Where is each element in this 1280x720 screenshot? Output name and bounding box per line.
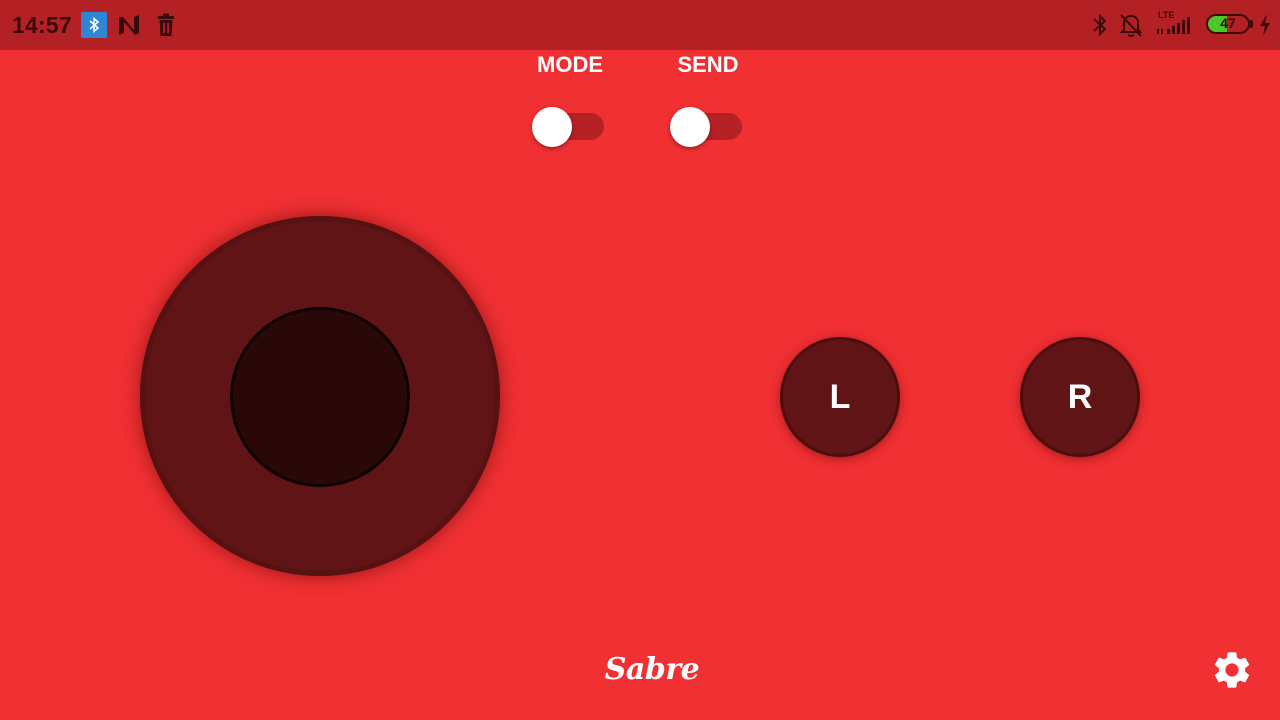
n-app-icon: [117, 13, 143, 42]
battery-nub: [1250, 20, 1253, 28]
right-button[interactable]: R: [1020, 337, 1140, 457]
bluetooth-notification-icon: [81, 12, 107, 38]
gear-icon: [1214, 652, 1250, 688]
left-button[interactable]: L: [780, 337, 900, 457]
charging-icon: [1258, 13, 1272, 42]
battery-level: 47: [1220, 15, 1236, 31]
send-toggle[interactable]: [670, 107, 742, 147]
joystick-knob[interactable]: [230, 307, 410, 487]
mode-toggle[interactable]: [532, 107, 604, 147]
status-bar: 14:57 LTE 47: [0, 0, 1280, 50]
bell-off-icon: [1118, 11, 1144, 44]
status-time: 14:57: [12, 12, 72, 38]
mode-toggle-thumb: [532, 107, 572, 147]
send-toggle-thumb: [670, 107, 710, 147]
battery-icon: 47: [1206, 14, 1250, 34]
mode-label: MODE: [537, 52, 603, 77]
settings-button[interactable]: [1210, 648, 1254, 692]
trash-icon: [155, 13, 177, 42]
bluetooth-icon: [1091, 12, 1109, 43]
send-label: SEND: [677, 52, 739, 77]
sabre-logo: Sabre: [604, 652, 700, 687]
signal-icon: [1156, 14, 1196, 41]
